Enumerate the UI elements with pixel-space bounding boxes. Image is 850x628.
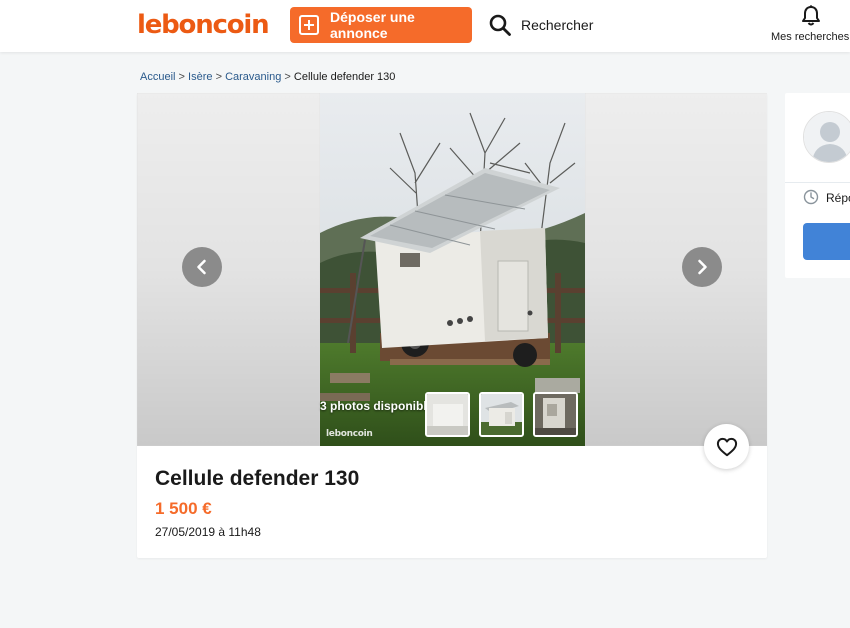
photo-gallery[interactable]: 3 photos disponibles leboncoin <box>137 93 767 446</box>
favorite-button[interactable] <box>704 424 749 469</box>
top-header: leboncoin Déposer une annonce Rechercher… <box>0 0 850 52</box>
chevron-right-icon <box>698 259 707 275</box>
seller-panel: Répo <box>785 93 850 278</box>
photo-thumbnail[interactable] <box>425 392 470 437</box>
avatar[interactable] <box>803 111 850 163</box>
thumbnail-image <box>427 394 468 435</box>
breadcrumb-region[interactable]: Isère <box>188 71 212 83</box>
divider <box>785 182 850 183</box>
previous-photo-button[interactable] <box>182 247 222 287</box>
breadcrumb-separator: > <box>215 71 222 83</box>
breadcrumb-separator: > <box>284 71 291 83</box>
breadcrumb: Accueil > Isère > Caravaning > Cellule d… <box>140 71 395 83</box>
post-ad-label: Déposer une annonce <box>330 9 415 41</box>
search-icon <box>489 14 511 36</box>
saved-searches-button[interactable]: Mes recherches <box>771 4 850 48</box>
ad-date: 27/05/2019 à 11h48 <box>155 525 261 539</box>
breadcrumb-category[interactable]: Caravaning <box>225 71 281 83</box>
breadcrumb-current: Cellule defender 130 <box>293 71 396 83</box>
heart-icon <box>716 437 737 456</box>
ad-card: 3 photos disponibles leboncoin Cellule d… <box>137 93 767 558</box>
search-label: Rechercher <box>521 17 594 33</box>
clock-icon <box>803 189 819 205</box>
thumbnail-image <box>481 394 522 435</box>
blurred-background-left <box>137 93 320 446</box>
ad-price: 1 500 € <box>155 499 212 518</box>
next-photo-button[interactable] <box>682 247 722 287</box>
response-time-text: Répo <box>826 191 850 205</box>
blurred-background-right <box>585 93 767 446</box>
leboncoin-logo[interactable]: leboncoin <box>137 9 270 41</box>
avatar-icon <box>804 112 850 162</box>
photo-thumbnail[interactable] <box>479 392 524 437</box>
search-button[interactable]: Rechercher <box>488 12 593 38</box>
post-ad-button[interactable]: Déposer une annonce <box>290 7 472 43</box>
photo-watermark: leboncoin <box>326 429 373 439</box>
plus-square-icon <box>299 15 319 35</box>
thumbnail-image <box>535 394 576 435</box>
bell-icon <box>802 5 820 26</box>
saved-searches-label: Mes recherches <box>771 31 850 43</box>
photo-count-label: 3 photos disponibles <box>320 399 441 413</box>
photo-thumbnail[interactable] <box>533 392 578 437</box>
breadcrumb-separator: > <box>178 71 185 83</box>
ad-title: Cellule defender 130 <box>155 467 360 490</box>
chevron-left-icon <box>197 259 206 275</box>
contact-button[interactable] <box>803 223 850 260</box>
breadcrumb-home[interactable]: Accueil <box>140 71 175 83</box>
